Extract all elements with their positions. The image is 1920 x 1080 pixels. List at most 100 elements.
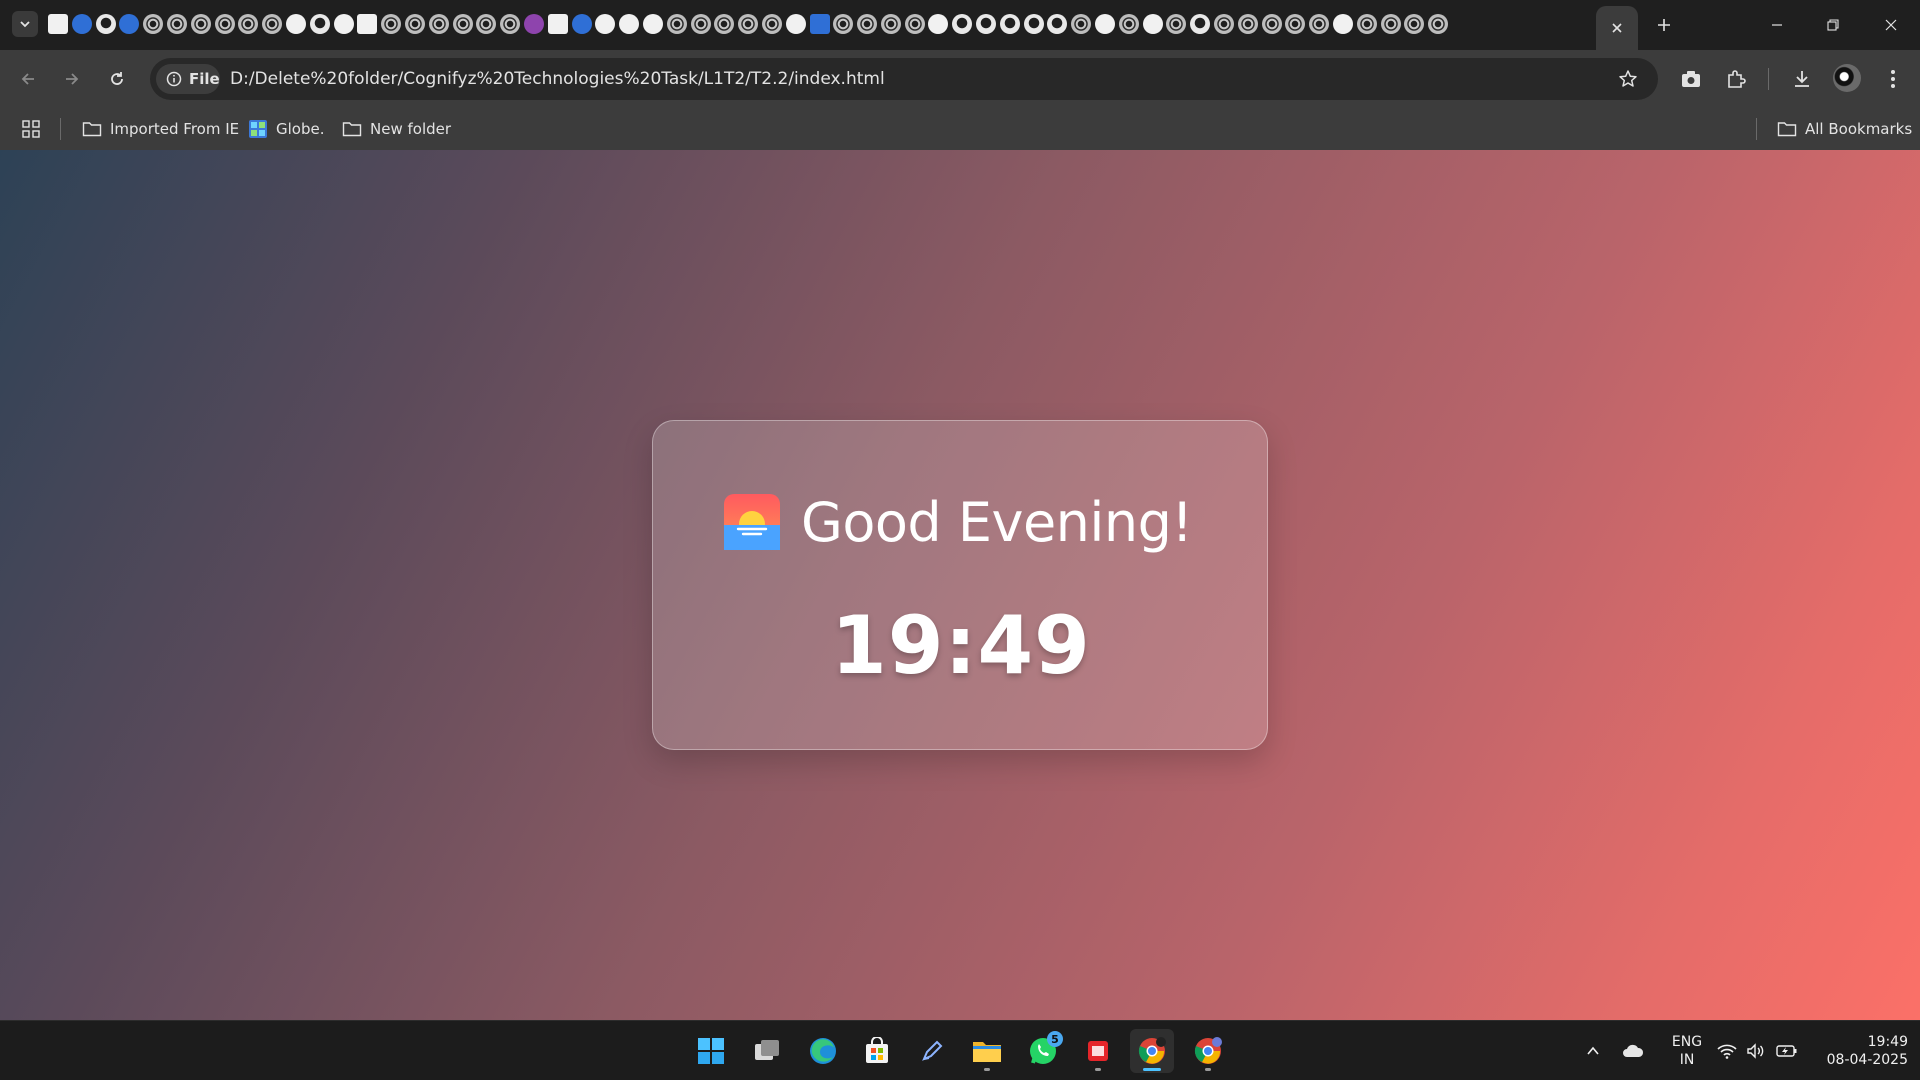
- tab-favicon[interactable]: [428, 14, 449, 34]
- tab-favicon[interactable]: [1261, 14, 1282, 34]
- volume-button[interactable]: [1743, 1021, 1769, 1080]
- url-text[interactable]: D:/Delete%20folder/Cognifyz%20Technologi…: [230, 69, 885, 89]
- tab-favicon[interactable]: [738, 14, 759, 34]
- tab-favicon[interactable]: [285, 14, 306, 34]
- tab-favicon[interactable]: [71, 14, 92, 34]
- tab-favicon[interactable]: [857, 14, 878, 34]
- new-tab-button[interactable]: [1650, 11, 1678, 39]
- close-icon[interactable]: [1610, 21, 1624, 35]
- tab-favicon[interactable]: [595, 14, 616, 34]
- tab-favicon[interactable]: [452, 14, 473, 34]
- edge-button[interactable]: [801, 1029, 845, 1073]
- chrome-button[interactable]: [1130, 1029, 1174, 1073]
- tab-favicon[interactable]: [714, 14, 735, 34]
- tab-favicon[interactable]: [1023, 14, 1044, 34]
- forward-button[interactable]: [56, 63, 88, 95]
- show-hidden-icons-button[interactable]: [1580, 1021, 1606, 1080]
- tab-favicon[interactable]: [404, 14, 425, 34]
- tab-favicon[interactable]: [761, 14, 782, 34]
- onedrive-button[interactable]: [1618, 1021, 1648, 1080]
- downloads-button[interactable]: [1786, 63, 1818, 95]
- tab-favicon[interactable]: [1071, 14, 1092, 34]
- tab-favicon[interactable]: [1214, 14, 1235, 34]
- tab-favicon[interactable]: [1333, 14, 1354, 34]
- tab-favicon[interactable]: [952, 14, 973, 34]
- tab-favicon[interactable]: [1190, 14, 1211, 34]
- browser-menu-button[interactable]: [1877, 63, 1909, 95]
- extensions-button[interactable]: [1720, 63, 1752, 95]
- tab-favicon[interactable]: [190, 14, 211, 34]
- tab-favicon[interactable]: [333, 14, 354, 34]
- tab-favicon[interactable]: [166, 14, 187, 34]
- tab-favicon[interactable]: [309, 14, 330, 34]
- task-view-button[interactable]: [745, 1029, 789, 1073]
- tab-favicon[interactable]: [785, 14, 806, 34]
- tab-favicon[interactable]: [690, 14, 711, 34]
- pdf-reader-button[interactable]: [1076, 1029, 1120, 1073]
- pen-app-button[interactable]: [910, 1029, 954, 1073]
- bookmark-imported-from-ie[interactable]: Imported From IE: [82, 118, 239, 140]
- profile-avatar[interactable]: [1833, 64, 1861, 92]
- tab-search-button[interactable]: [12, 11, 38, 37]
- tab-favicon[interactable]: [833, 14, 854, 34]
- tab-favicon[interactable]: [262, 14, 283, 34]
- back-button[interactable]: [12, 63, 44, 95]
- bookmark-globe[interactable]: Globe.: [248, 118, 325, 140]
- tab-favicon[interactable]: [523, 14, 544, 34]
- tab-favicon[interactable]: [880, 14, 901, 34]
- tab-favicon[interactable]: [476, 14, 497, 34]
- tab-favicon[interactable]: [666, 14, 687, 34]
- microsoft-store-button[interactable]: [855, 1029, 899, 1073]
- tab-favicon[interactable]: [999, 14, 1020, 34]
- file-explorer-button[interactable]: [965, 1029, 1009, 1073]
- tab-favicon[interactable]: [809, 14, 830, 34]
- language-indicator[interactable]: ENG IN: [1665, 1033, 1709, 1069]
- tab-favicon[interactable]: [95, 14, 116, 34]
- tab-favicon[interactable]: [1404, 14, 1425, 34]
- tab-favicon[interactable]: [48, 14, 68, 34]
- tab-favicon[interactable]: [238, 14, 259, 34]
- bookmark-star-button[interactable]: [1616, 67, 1640, 91]
- tab-favicon[interactable]: [976, 14, 997, 34]
- tab-favicon[interactable]: [1285, 14, 1306, 34]
- tab-favicon[interactable]: [1428, 14, 1449, 34]
- tab-favicon[interactable]: [1309, 14, 1330, 34]
- tab-favicon[interactable]: [500, 14, 521, 34]
- tab-favicon[interactable]: [1166, 14, 1187, 34]
- tab-favicon[interactable]: [381, 14, 402, 34]
- system-clock[interactable]: 19:49 08-04-2025: [1812, 1033, 1908, 1069]
- tab-favicon[interactable]: [547, 14, 568, 34]
- bookmark-new-folder[interactable]: New folder: [342, 118, 451, 140]
- whatsapp-button[interactable]: 5: [1021, 1029, 1065, 1073]
- tab-favicon[interactable]: [214, 14, 235, 34]
- address-bar[interactable]: File D:/Delete%20folder/Cognifyz%20Techn…: [150, 58, 1658, 100]
- tab-favicon[interactable]: [1380, 14, 1401, 34]
- tab-favicon[interactable]: [1356, 14, 1377, 34]
- wifi-button[interactable]: [1714, 1021, 1740, 1080]
- restore-button[interactable]: [1818, 12, 1848, 38]
- active-tab[interactable]: [1596, 6, 1638, 50]
- tab-favicon[interactable]: [1142, 14, 1163, 34]
- apps-button[interactable]: [22, 118, 40, 140]
- reload-button[interactable]: [101, 63, 133, 95]
- chrome-profile-button[interactable]: [1186, 1029, 1230, 1073]
- tab-favicon[interactable]: [357, 14, 378, 34]
- tab-favicon[interactable]: [143, 14, 164, 34]
- screenshot-button[interactable]: [1675, 63, 1707, 95]
- tab-favicon[interactable]: [619, 14, 640, 34]
- tab-favicon[interactable]: [1095, 14, 1116, 34]
- tab-favicon[interactable]: [1237, 14, 1258, 34]
- site-info-chip[interactable]: File: [156, 64, 220, 94]
- tab-favicon[interactable]: [1118, 14, 1139, 34]
- battery-button[interactable]: [1773, 1021, 1801, 1080]
- tab-favicon[interactable]: [642, 14, 663, 34]
- tab-favicon[interactable]: [1047, 14, 1068, 34]
- tab-favicon[interactable]: [119, 14, 140, 34]
- tab-favicon[interactable]: [571, 14, 592, 34]
- all-bookmarks-button[interactable]: All Bookmarks: [1777, 118, 1912, 140]
- minimize-button[interactable]: [1762, 12, 1792, 38]
- tab-favicon[interactable]: [928, 14, 949, 34]
- tab-favicon[interactable]: [904, 14, 925, 34]
- start-button[interactable]: [689, 1029, 733, 1073]
- close-window-button[interactable]: [1876, 12, 1906, 38]
